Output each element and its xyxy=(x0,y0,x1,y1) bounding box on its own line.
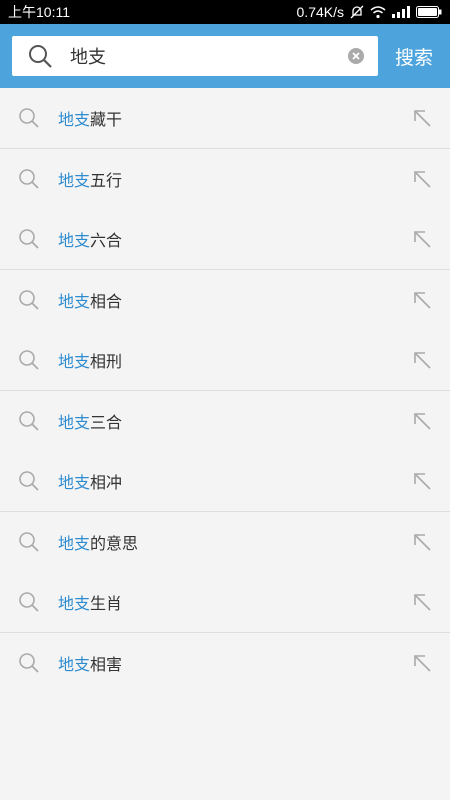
suggestion-label: 地支藏干 xyxy=(58,106,394,130)
list-item[interactable]: 地支的意思 xyxy=(0,512,450,572)
battery-icon xyxy=(416,6,442,18)
wifi-icon xyxy=(370,5,386,19)
suggestion-label: 地支五行 xyxy=(58,167,394,191)
search-icon xyxy=(0,349,58,371)
suggestion-rest: 相害 xyxy=(90,655,123,674)
fill-query-arrow-icon[interactable] xyxy=(394,591,450,613)
search-icon xyxy=(0,591,58,613)
list-item[interactable]: 地支生肖 xyxy=(0,572,450,632)
suggestion-rest: 相合 xyxy=(90,292,123,311)
list-item[interactable]: 地支六合 xyxy=(0,209,450,269)
suggestion-highlight: 地支 xyxy=(58,110,91,129)
list-item[interactable]: 地支相刑 xyxy=(0,330,450,390)
suggestion-highlight: 地支 xyxy=(58,413,91,432)
search-icon xyxy=(0,107,58,129)
fill-query-arrow-icon[interactable] xyxy=(394,349,450,371)
suggestion-highlight: 地支 xyxy=(58,231,91,250)
search-input[interactable]: 地支 xyxy=(12,36,378,76)
list-item[interactable]: 地支相合 xyxy=(0,270,450,330)
status-time: 上午10:11 xyxy=(8,4,70,20)
list-item[interactable]: 地支五行 xyxy=(0,149,450,209)
list-item[interactable]: 地支三合 xyxy=(0,391,450,451)
suggestion-rest: 相刑 xyxy=(90,352,123,371)
suggestion-rest: 六合 xyxy=(90,231,123,250)
mute-bell-icon xyxy=(350,5,364,19)
search-icon xyxy=(0,531,58,553)
fill-query-arrow-icon[interactable] xyxy=(394,531,450,553)
suggestion-label: 地支相合 xyxy=(58,288,394,312)
search-icon xyxy=(0,410,58,432)
fill-query-arrow-icon[interactable] xyxy=(394,410,450,432)
suggestion-list: 地支藏干 地支五行 地支六合 地支相合 地支相刑 地支三合 地支相冲 地支的意思 地支生肖 地支相… xyxy=(0,88,450,693)
list-item[interactable]: 地支藏干 xyxy=(0,88,450,148)
search-query[interactable]: 地支 xyxy=(70,43,342,69)
suggestion-label: 地支三合 xyxy=(58,409,394,433)
suggestion-rest: 相冲 xyxy=(90,473,123,492)
search-icon xyxy=(20,36,60,76)
suggestion-label: 地支相刑 xyxy=(58,348,394,372)
search-button[interactable]: 搜索 xyxy=(378,43,450,70)
suggestion-label: 地支相害 xyxy=(58,651,394,675)
status-bar: 上午10:11 0.74K/s xyxy=(0,0,450,24)
suggestion-rest: 五行 xyxy=(90,171,123,190)
fill-query-arrow-icon[interactable] xyxy=(394,470,450,492)
signal-icon xyxy=(392,6,410,18)
suggestion-highlight: 地支 xyxy=(58,534,91,553)
fill-query-arrow-icon[interactable] xyxy=(394,107,450,129)
clear-icon[interactable] xyxy=(342,42,370,70)
suggestion-highlight: 地支 xyxy=(58,171,91,190)
search-icon xyxy=(0,228,58,250)
status-right: 0.74K/s xyxy=(297,4,442,20)
fill-query-arrow-icon[interactable] xyxy=(394,289,450,311)
suggestion-highlight: 地支 xyxy=(58,473,91,492)
suggestion-label: 地支六合 xyxy=(58,227,394,251)
search-icon xyxy=(0,652,58,674)
suggestion-highlight: 地支 xyxy=(58,594,91,613)
list-item[interactable]: 地支相害 xyxy=(0,633,450,693)
fill-query-arrow-icon[interactable] xyxy=(394,168,450,190)
search-icon xyxy=(0,168,58,190)
suggestion-label: 地支相冲 xyxy=(58,469,394,493)
suggestion-rest: 生肖 xyxy=(90,594,123,613)
fill-query-arrow-icon[interactable] xyxy=(394,228,450,250)
search-icon xyxy=(0,289,58,311)
suggestion-label: 地支生肖 xyxy=(58,590,394,614)
suggestion-highlight: 地支 xyxy=(58,655,91,674)
suggestion-rest: 的意思 xyxy=(90,534,139,553)
search-bar: 地支 搜索 xyxy=(0,24,450,88)
suggestion-rest: 藏干 xyxy=(90,110,123,129)
fill-query-arrow-icon[interactable] xyxy=(394,652,450,674)
suggestion-highlight: 地支 xyxy=(58,352,91,371)
suggestion-highlight: 地支 xyxy=(58,292,91,311)
suggestion-label: 地支的意思 xyxy=(58,530,394,554)
search-icon xyxy=(0,470,58,492)
list-item[interactable]: 地支相冲 xyxy=(0,451,450,511)
network-speed: 0.74K/s xyxy=(296,4,344,20)
suggestion-rest: 三合 xyxy=(90,413,123,432)
